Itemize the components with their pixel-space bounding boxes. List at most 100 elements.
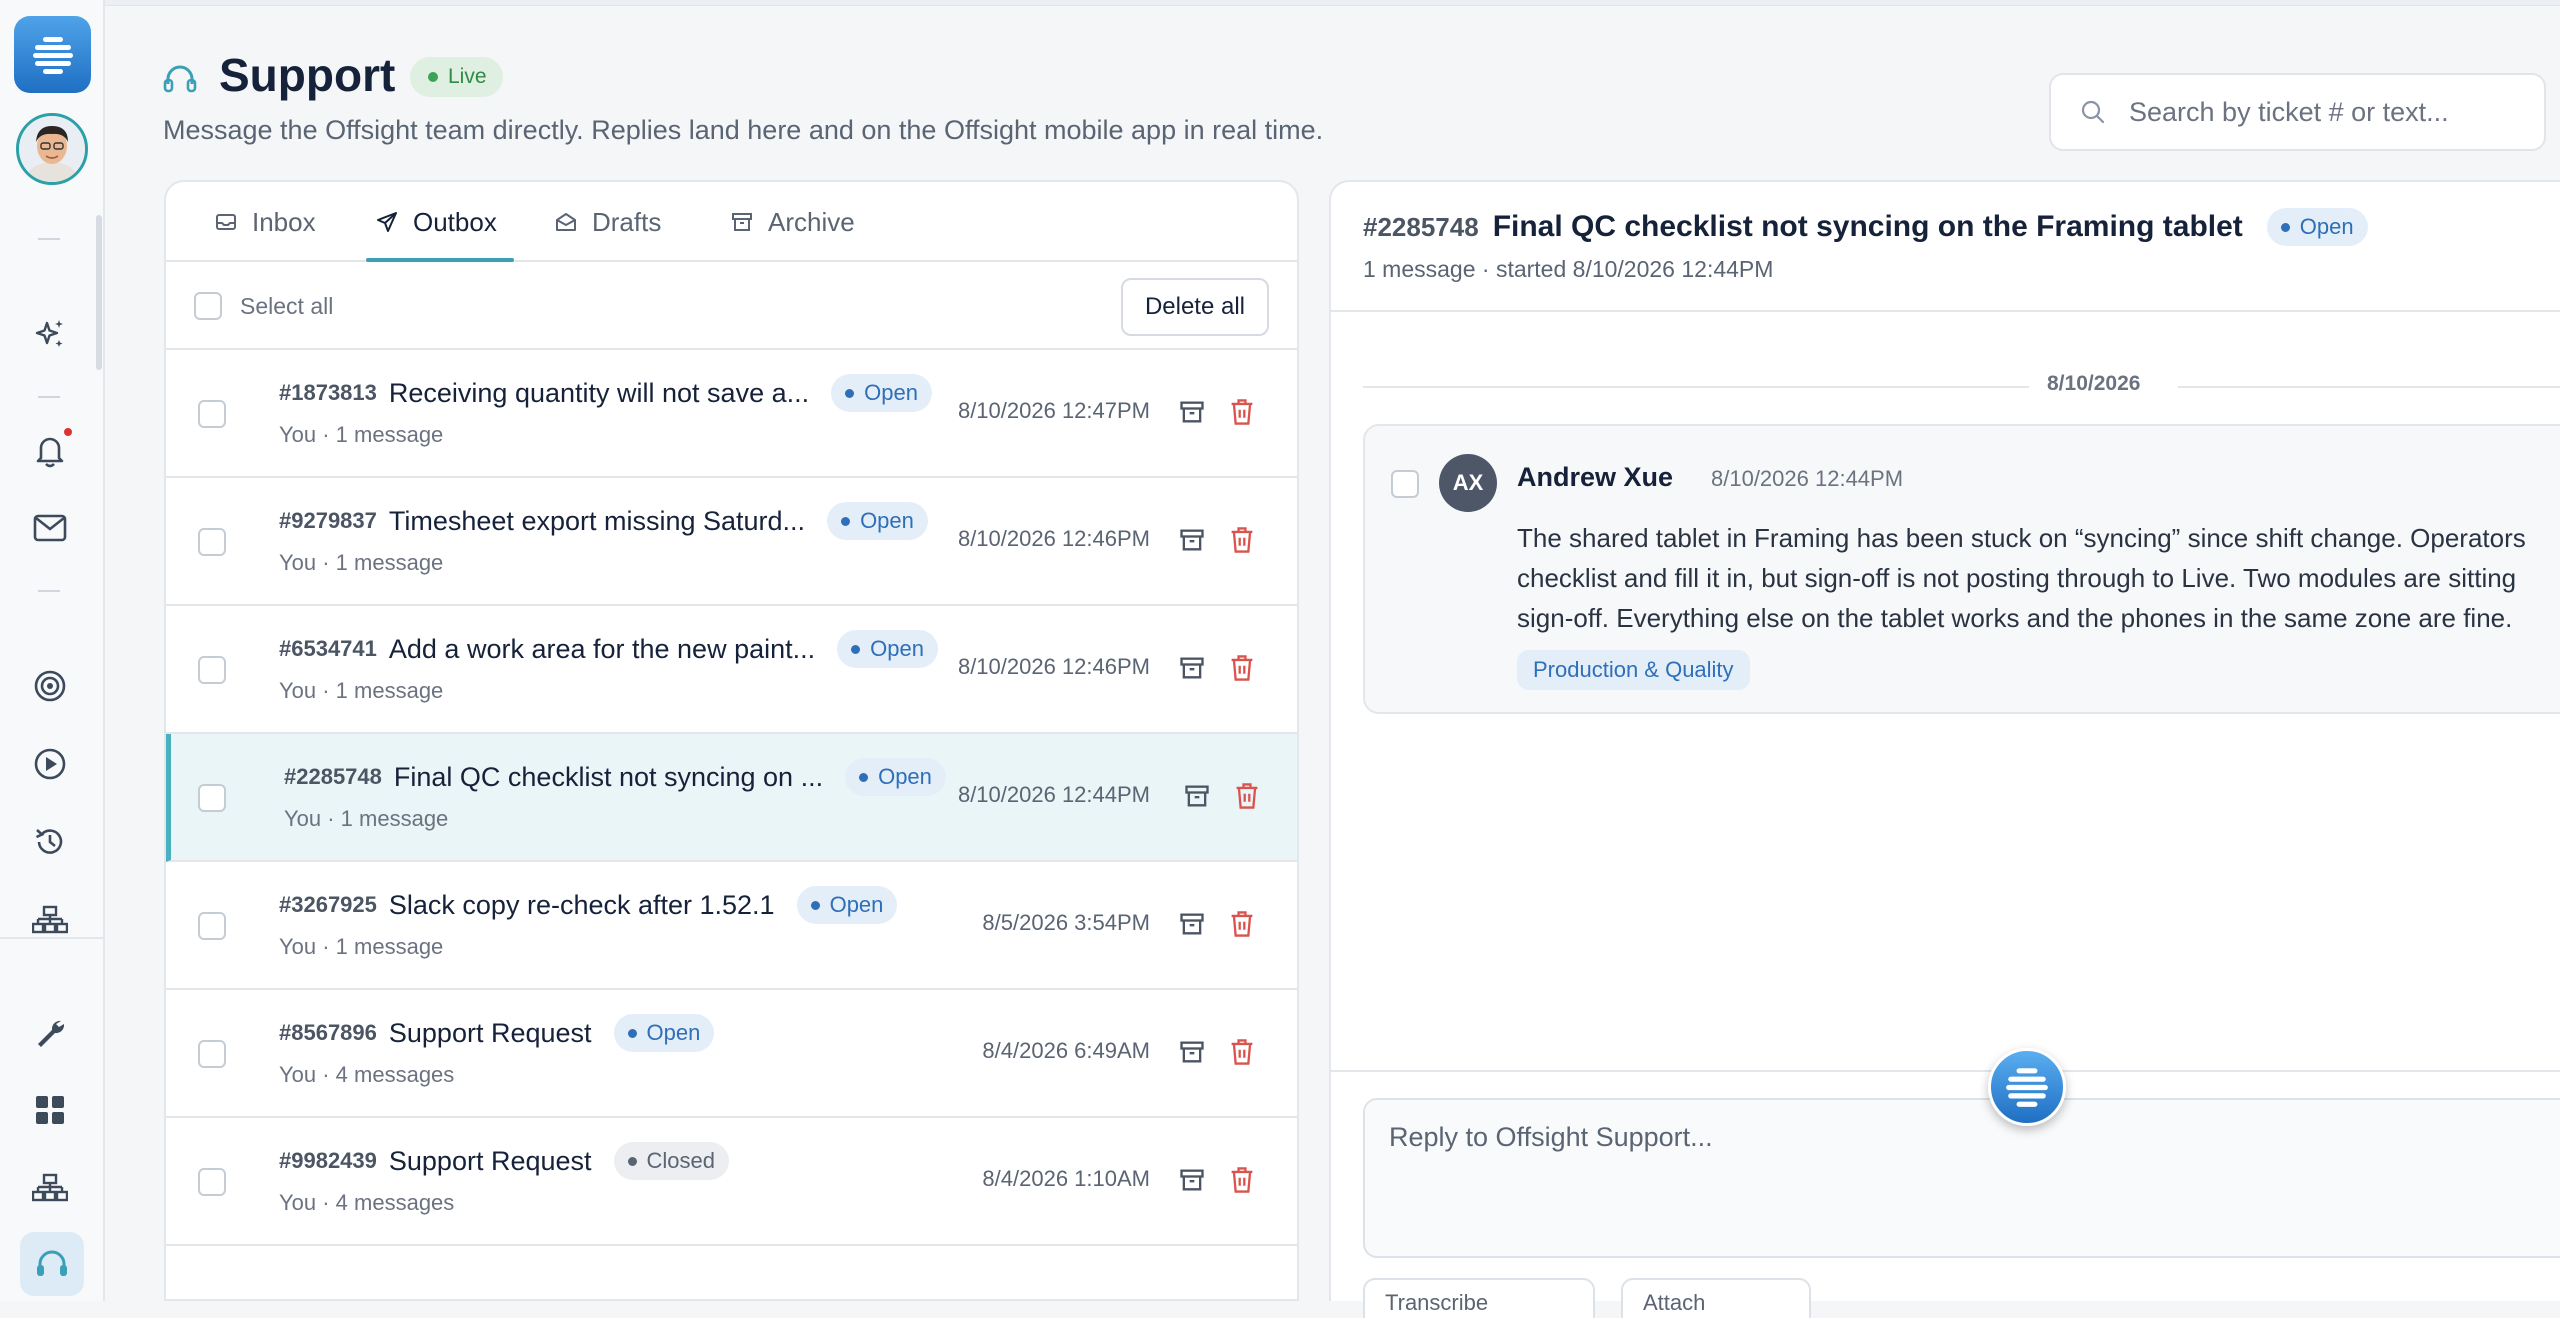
tab-label: Archive — [768, 206, 855, 237]
message-line: sign-off. Everything else on the tablet … — [1517, 603, 2513, 633]
search-box[interactable] — [2049, 73, 2546, 151]
sidebar-item-tools[interactable] — [28, 1010, 72, 1054]
archive-icon[interactable] — [1178, 398, 1206, 426]
status-label: Open — [2299, 214, 2354, 239]
archive-icon[interactable] — [1178, 654, 1206, 682]
sidebar-item-targets[interactable] — [28, 664, 72, 708]
select-all[interactable]: Select all — [194, 292, 333, 320]
ticket-row[interactable]: #9982439 Support Request Closed You · 4 mes… — [166, 1118, 1297, 1246]
avatar-image — [19, 116, 85, 182]
trash-icon[interactable] — [1228, 1165, 1256, 1195]
row-checkbox[interactable] — [198, 528, 226, 556]
ticket-heading: #9279837 Timesheet export missing Saturd.… — [279, 502, 928, 540]
thread-status-badge: Open — [2266, 208, 2368, 246]
tab-drafts[interactable]: Drafts — [554, 182, 661, 262]
bulk-actions-bar: Select all Delete all — [166, 262, 1297, 350]
tab-archive[interactable]: Archive — [730, 182, 855, 262]
send-icon — [377, 212, 397, 232]
ticket-heading: #1873813 Receiving quantity will not save… — [279, 374, 932, 412]
tab-label: Drafts — [592, 206, 662, 237]
ticket-number: #3267925 — [279, 892, 377, 917]
category-tag[interactable]: Production & Quality — [1517, 650, 1750, 690]
status-label: Closed — [646, 1148, 716, 1173]
sidebar-divider — [38, 590, 60, 592]
grid-icon — [36, 1096, 64, 1124]
archive-icon[interactable] — [1178, 1038, 1206, 1066]
trash-icon[interactable] — [1228, 397, 1256, 427]
ticket-date: 8/4/2026 6:49AM — [982, 1038, 1150, 1063]
ticket-number: #6534741 — [279, 636, 377, 661]
archive-icon[interactable] — [1178, 526, 1206, 554]
sidebar-item-messages[interactable] — [28, 506, 72, 550]
ticket-meta: You · 1 message — [279, 422, 444, 447]
ticket-row[interactable]: #3267925 Slack copy re-check after 1.52.1… — [166, 862, 1297, 990]
hierarchy-icon — [32, 905, 68, 934]
logo-icon — [2006, 1068, 2048, 1107]
row-checkbox[interactable] — [198, 912, 226, 940]
archive-icon[interactable] — [1178, 1166, 1206, 1194]
tab-inbox[interactable]: Inbox — [214, 182, 316, 262]
divider-line — [1363, 386, 2029, 388]
ticket-row[interactable]: #8567896 Support Request Open You · 4 messa… — [166, 990, 1297, 1118]
sidebar-item-support[interactable] — [20, 1232, 84, 1296]
reply-input[interactable] — [1387, 1120, 2547, 1240]
sidebar-scrollbar[interactable] — [96, 215, 102, 370]
select-all-checkbox[interactable] — [194, 292, 222, 320]
trash-icon[interactable] — [1228, 525, 1256, 555]
ticket-row[interactable]: #1873813 Receiving quantity will not save… — [166, 350, 1297, 478]
trash-icon[interactable] — [1228, 909, 1256, 939]
sidebar-item-ai[interactable] — [28, 312, 72, 356]
archive-icon[interactable] — [1183, 782, 1211, 810]
trash-icon[interactable] — [1233, 781, 1261, 811]
ticket-number: #2285748 — [284, 764, 382, 789]
mail-icon — [33, 514, 67, 542]
message-line: The shared tablet in Framing has been st… — [1517, 523, 2526, 553]
sidebar-item-history[interactable] — [28, 820, 72, 864]
page-subtitle: Message the Offsight team directly. Repl… — [163, 115, 1324, 145]
ticket-date: 8/10/2026 12:44PM — [957, 782, 1150, 807]
row-checkbox[interactable] — [198, 1040, 226, 1068]
user-avatar[interactable] — [16, 113, 88, 185]
sidebar-item-apps[interactable] — [28, 1088, 72, 1132]
row-checkbox[interactable] — [198, 784, 226, 812]
delete-all-button[interactable]: Delete all — [1120, 278, 1269, 336]
row-checkbox[interactable] — [198, 1168, 226, 1196]
ticket-title: Support Request — [388, 1017, 592, 1048]
sidebar-item-play[interactable] — [28, 742, 72, 786]
search-input[interactable] — [2127, 95, 2527, 129]
ticket-title: Slack copy re-check after 1.52.1 — [388, 889, 775, 920]
row-checkbox[interactable] — [198, 400, 226, 428]
reply-separator — [1331, 1070, 2560, 1072]
ticket-heading: #3267925 Slack copy re-check after 1.52.1… — [279, 886, 898, 924]
ticket-title: Support Request — [388, 1145, 592, 1176]
ticket-title: Timesheet export missing Saturd... — [388, 505, 806, 536]
message-checkbox[interactable] — [1391, 470, 1419, 498]
status-badge: Closed — [613, 1142, 730, 1180]
reply-box[interactable] — [1363, 1098, 2560, 1258]
row-checkbox[interactable] — [198, 656, 226, 684]
app-logo[interactable] — [14, 16, 91, 93]
trash-icon[interactable] — [1228, 1037, 1256, 1067]
status-badge: Open — [796, 886, 898, 924]
tab-outbox[interactable]: Outbox — [375, 182, 497, 262]
trash-icon[interactable] — [1228, 653, 1256, 683]
ticket-row[interactable]: #9279837 Timesheet export missing Saturd.… — [166, 478, 1297, 606]
hierarchy-icon — [32, 1173, 68, 1202]
transcribe-button[interactable]: Transcribe — [1363, 1278, 1595, 1318]
date-divider: 8/10/2026 — [1363, 372, 2560, 402]
sidebar-divider — [38, 396, 60, 398]
ticket-meta: You · 4 messages — [279, 1190, 455, 1215]
status-badge: Open — [837, 630, 938, 668]
archive-icon[interactable] — [1178, 910, 1206, 938]
attach-button[interactable]: Attach — [1621, 1278, 1811, 1318]
offsight-assistant-button[interactable] — [1988, 1048, 2066, 1126]
ticket-number: #9279837 — [279, 508, 377, 533]
status-dot — [627, 1156, 637, 1166]
sidebar-item-org[interactable] — [28, 1166, 72, 1210]
ticket-row[interactable]: #2285748 Final QC checklist not syncing o… — [166, 734, 1297, 862]
ticket-list-panel: Inbox Outbox Drafts Archive Select all D… — [164, 180, 1299, 1301]
sidebar-item-hierarchy[interactable] — [28, 898, 72, 942]
ticket-row[interactable]: #6534741 Add a work area for the new pain… — [166, 606, 1297, 734]
tab-label: Inbox — [252, 206, 316, 237]
thread-header: #2285748 Final QC checklist not syncing … — [1331, 182, 2560, 312]
